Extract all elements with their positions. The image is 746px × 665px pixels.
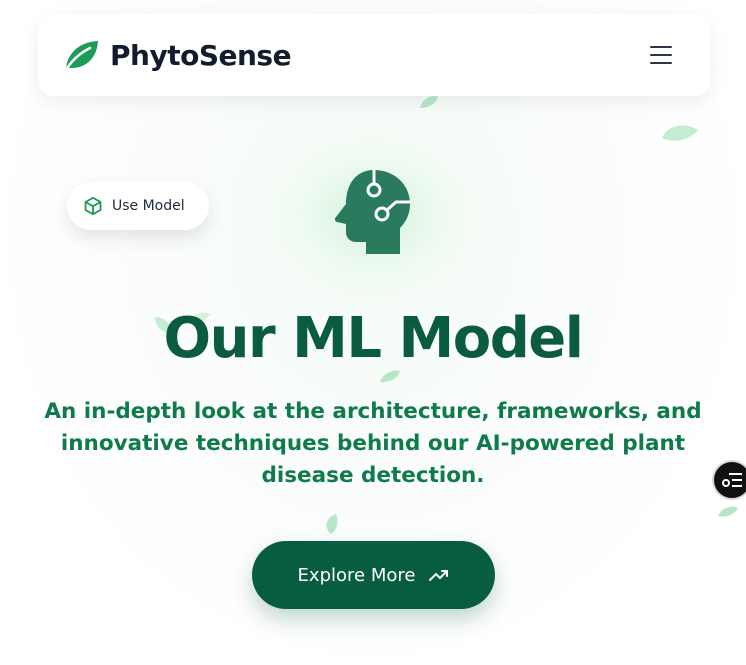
decorative-leaf-icon bbox=[662, 125, 698, 141]
decorative-leaf-icon bbox=[420, 95, 438, 108]
settings-list-icon bbox=[722, 473, 742, 487]
brand-name: PhytoSense bbox=[110, 38, 292, 72]
menu-bar bbox=[650, 61, 672, 64]
trending-up-icon bbox=[429, 570, 449, 581]
explore-more-label: Explore More bbox=[297, 564, 416, 586]
decorative-leaf-icon bbox=[718, 506, 738, 517]
explore-more-button[interactable]: Explore More bbox=[252, 541, 495, 609]
navbar: PhytoSense bbox=[38, 14, 710, 96]
page: PhytoSense Use Model Our ML Model An in-… bbox=[0, 0, 746, 665]
hamburger-menu-icon[interactable] bbox=[648, 44, 674, 66]
page-title: Our ML Model bbox=[163, 306, 584, 371]
decorative-leaf-icon bbox=[326, 514, 338, 534]
leaf-icon bbox=[64, 41, 98, 72]
menu-bar bbox=[650, 53, 672, 57]
subtitle-line: An in-depth look at the architecture, fr… bbox=[44, 399, 702, 424]
use-model-label: Use Model bbox=[112, 198, 185, 214]
subtitle-line: disease detection. bbox=[261, 463, 485, 488]
brand[interactable]: PhytoSense bbox=[62, 38, 292, 72]
ai-head-circuit-icon bbox=[334, 170, 410, 254]
menu-bar bbox=[650, 46, 672, 49]
subtitle-line: innovative techniques behind our AI-powe… bbox=[60, 431, 686, 456]
settings-list-button[interactable] bbox=[712, 460, 746, 500]
cube-icon bbox=[84, 196, 102, 216]
page-subtitle: An in-depth look at the architecture, fr… bbox=[40, 396, 706, 492]
use-model-button[interactable]: Use Model bbox=[67, 182, 209, 230]
